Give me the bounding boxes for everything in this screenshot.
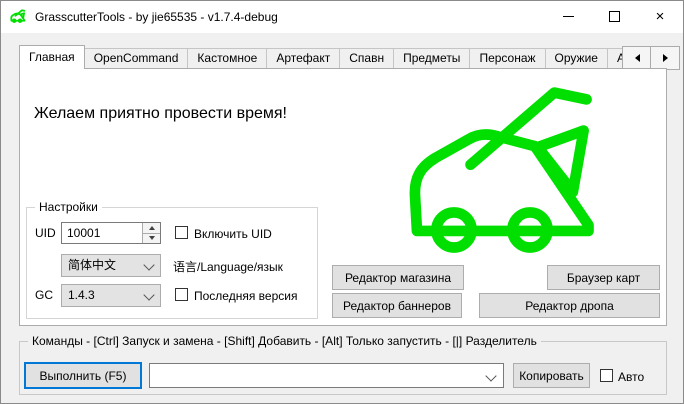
app-window: GrasscutterTools - by jie65535 - v1.7.4-… [0,0,684,404]
commands-groupbox: Команды - [Ctrl] Запуск и замена - [Shif… [19,341,667,395]
shop-editor-button[interactable]: Редактор магазина [332,265,464,290]
tab-personazh[interactable]: Персонаж [469,48,545,68]
map-browser-button[interactable]: Браузер карт [547,265,660,290]
maximize-button[interactable] [591,1,637,32]
uid-input[interactable] [62,223,145,243]
enable-uid-checkbox[interactable] [175,226,188,239]
tab-akkaunt[interactable]: Аккаунт [607,48,622,68]
arrow-right-icon [663,54,668,62]
chevron-down-icon [143,289,154,300]
language-selected-value: 简体中文 [68,258,116,272]
tab-scroll-right-button[interactable] [650,46,680,70]
run-button[interactable]: Выполнить (F5) [24,362,142,389]
uid-spin-up-button[interactable] [143,223,160,234]
app-logo-icon [10,9,30,24]
tab-page-home: Желаем приятно провести время! Настройки… [19,68,667,326]
gc-label: GC [35,288,53,302]
car-illustration [395,77,665,267]
enable-uid-label: Включить UID [194,227,272,241]
tab-strip: Главная OpenCommand Кастомное Артефакт С… [19,45,622,69]
uid-spin-down-button[interactable] [143,234,160,244]
tab-glavnaya[interactable]: Главная [19,45,85,69]
welcome-text: Желаем приятно провести время! [34,105,287,123]
auto-label: Авто [618,370,644,384]
window-title: GrasscutterTools - by jie65535 - v1.7.4-… [35,1,278,33]
command-input[interactable] [150,364,485,387]
commands-group-title: Команды - [Ctrl] Запуск и замена - [Shif… [28,334,541,348]
auto-checkbox[interactable] [600,369,613,382]
tab-predmety[interactable]: Предметы [393,48,470,68]
gc-version-selected-value: 1.4.3 [68,288,95,302]
arrow-left-icon [635,54,640,62]
maximize-icon [609,11,620,22]
minimize-button[interactable] [545,1,591,32]
settings-group-title: Настройки [35,200,102,214]
tab-artefakt[interactable]: Артефакт [266,48,340,68]
close-button[interactable]: × [637,1,683,32]
tab-kastomnoe[interactable]: Кастомное [187,48,267,68]
uid-stepper [61,222,161,244]
tab-opencommand[interactable]: OpenCommand [84,48,189,68]
minimize-icon [563,16,574,17]
banner-editor-button[interactable]: Редактор баннеров [332,293,462,318]
copy-button[interactable]: Копировать [513,363,590,388]
tab-oruzhie[interactable]: Оружие [545,48,608,68]
language-select[interactable]: 简体中文 [61,254,161,277]
drop-editor-button[interactable]: Редактор дропа [479,293,660,318]
chevron-down-icon [143,259,154,270]
title-bar[interactable]: GrasscutterTools - by jie65535 - v1.7.4-… [1,1,683,33]
spin-up-icon [149,226,155,230]
gc-version-select[interactable]: 1.4.3 [61,284,161,307]
uid-label: UID [35,226,56,240]
tab-scroll-left-button[interactable] [622,46,652,70]
chevron-down-icon[interactable] [485,370,496,381]
language-caption: 语言/Language/язык [173,258,283,275]
spin-down-icon [149,236,155,240]
command-combobox [149,363,504,388]
close-icon: × [656,9,665,24]
settings-groupbox: Настройки UID Включить UID 简体中文 语言/Langu… [26,207,318,319]
uid-spin-buttons [142,223,160,243]
latest-version-checkbox[interactable] [175,288,188,301]
latest-version-label: Последняя версия [194,289,297,303]
tab-spavn[interactable]: Спавн [339,48,394,68]
